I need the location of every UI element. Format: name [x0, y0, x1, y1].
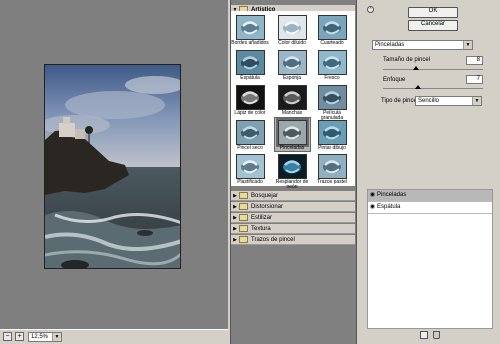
filter-thumbnail-label: Bordes añadidos [231, 40, 269, 46]
filter-thumbnail[interactable] [278, 15, 307, 40]
brush-type-value: Sencillo [418, 98, 440, 104]
filter-thumbnail[interactable] [236, 120, 265, 145]
folder-icon [239, 191, 248, 199]
category-label: Trazos de pincel [251, 237, 295, 243]
filter-thumbnail-label: Manchas [281, 110, 303, 116]
chevron-down-icon: ▼ [472, 97, 481, 105]
filter-thumbnail[interactable] [278, 85, 307, 110]
filter-thumbnail[interactable] [318, 50, 347, 75]
filter-thumbnail-label: Color diluido [278, 40, 306, 46]
brush-type-label: Tipo de pincel: [381, 98, 420, 104]
folder-icon [239, 202, 248, 210]
filter-thumbnail[interactable] [236, 154, 265, 179]
filter-thumbnail-label: Trazos pastel [317, 179, 347, 185]
chevron-up-icon[interactable]: ⌃ [367, 6, 374, 13]
effect-layer-label: Espátula [377, 204, 401, 210]
filter-thumbnail-label: Pinceladas [279, 145, 305, 151]
folder-icon [239, 213, 248, 221]
category-folder[interactable]: ▶ Trazos de pincel [231, 235, 355, 245]
chevron-down-icon: ▼ [463, 41, 472, 49]
eye-icon[interactable]: ◉ [368, 202, 377, 213]
triangle-right-icon: ▶ [233, 193, 237, 199]
folder-icon [239, 224, 248, 232]
folder-icon [239, 235, 248, 243]
filter-thumbnail[interactable] [278, 154, 307, 179]
triangle-right-icon: ▶ [233, 204, 237, 210]
zoom-out-button[interactable]: − [3, 332, 12, 341]
triangle-right-icon: ▶ [233, 215, 237, 221]
category-folder[interactable]: ▶ Bosquejar [231, 191, 355, 201]
category-folder[interactable]: ▶ Textura [231, 224, 355, 234]
filter-thumbnail[interactable] [318, 154, 347, 179]
brush-size-slider-handle[interactable] [413, 66, 419, 70]
brush-size-slider[interactable] [383, 69, 483, 70]
zoom-value: 12,5% [31, 334, 49, 340]
filter-thumbnail[interactable] [318, 120, 347, 145]
filter-thumbnail-label: Cuarteado [320, 40, 344, 46]
zoom-select[interactable]: 12,5% ▼ [28, 332, 62, 342]
filter-thumbnail-label: Fresco [324, 75, 340, 81]
eye-icon[interactable]: ◉ [368, 190, 377, 201]
trash-icon[interactable] [433, 331, 440, 339]
chevron-down-icon: ▼ [52, 333, 61, 341]
triangle-right-icon: ▶ [233, 237, 237, 243]
filter-thumbnail[interactable] [236, 85, 265, 110]
filter-select-value: Pinceladas [375, 42, 405, 48]
triangle-right-icon: ▶ [233, 226, 237, 232]
new-layer-icon[interactable] [420, 331, 428, 339]
category-label: Estilizar [251, 215, 273, 221]
filter-thumbnail-label: Espátula [240, 75, 260, 81]
effect-layer-1[interactable]: ◉ Pinceladas [368, 190, 492, 202]
brush-type-select[interactable]: Sencillo ▼ [415, 96, 482, 106]
brush-size-input[interactable]: 8 [466, 56, 483, 65]
filter-select[interactable]: Pinceladas ▼ [372, 40, 473, 50]
focus-slider-handle[interactable] [415, 85, 421, 89]
category-folder[interactable]: ▶ Estilizar [231, 213, 355, 223]
preview-image [44, 64, 181, 269]
category-label: Textura [251, 226, 271, 232]
filter-thumbnail-label: Plastificado [237, 179, 263, 185]
filter-thumbnail[interactable] [318, 85, 347, 110]
filter-thumbnail[interactable] [276, 118, 309, 147]
filter-thumbnail-label: Esponja [282, 75, 302, 81]
filter-thumbnail-label: Pincel seco [237, 145, 263, 151]
filter-thumbnail-label: Resplandor de neón [275, 179, 309, 190]
focus-slider[interactable] [383, 88, 483, 89]
filter-thumbnail[interactable] [236, 15, 265, 40]
filter-thumbnail[interactable] [318, 15, 347, 40]
filter-thumbnail[interactable] [278, 50, 307, 75]
cancel-button[interactable]: Cancelar [408, 20, 458, 31]
zoom-in-button[interactable]: + [15, 332, 24, 341]
effect-layer-2[interactable]: ◉ Espátula [368, 202, 492, 214]
category-label: Bosquejar [251, 193, 279, 199]
category-label: Distorsionar [251, 204, 284, 210]
filter-thumbnail-label: Lápiz de color [234, 110, 266, 116]
filter-thumbnail[interactable] [236, 50, 265, 75]
focus-input[interactable]: 7 [466, 75, 483, 84]
category-folder[interactable]: ▶ Distorsionar [231, 202, 355, 212]
filter-thumbnail-label: Pintar dibujo [318, 145, 346, 151]
effect-layer-label: Pinceladas [377, 192, 407, 198]
brush-size-label: Tamaño de pincel [383, 57, 431, 63]
ok-button[interactable]: OK [408, 7, 458, 18]
focus-label: Enfoque [383, 77, 406, 83]
